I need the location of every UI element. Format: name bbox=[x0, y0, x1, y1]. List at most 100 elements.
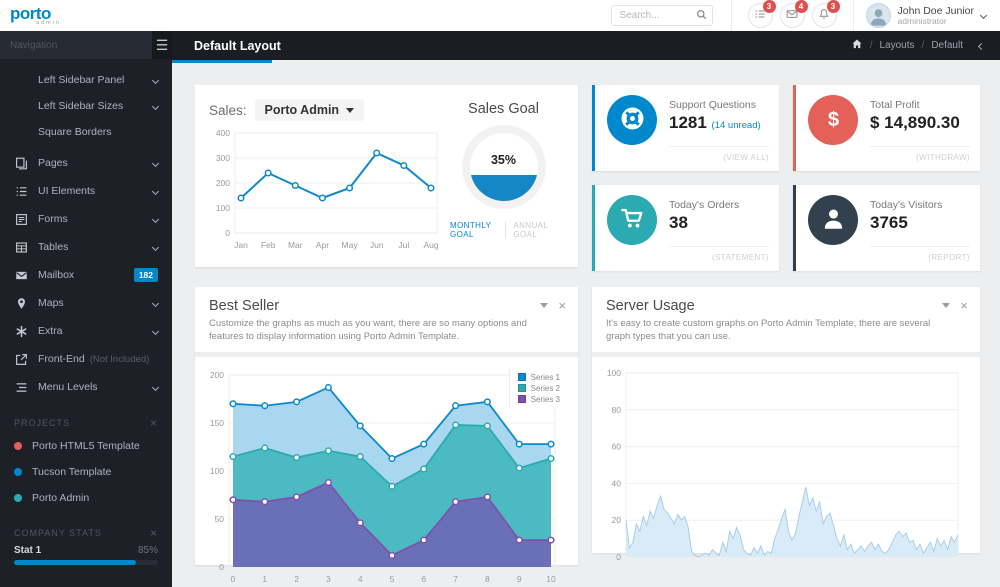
svg-text:2: 2 bbox=[294, 574, 299, 584]
stat-cards-grid: Support Questions1281 (14 unread)(VIEW A… bbox=[592, 85, 980, 271]
project-tucson-template[interactable]: Tucson Template bbox=[14, 459, 158, 485]
goal-tab-annual-goal[interactable]: ANNUAL GOAL bbox=[505, 221, 564, 239]
sidebar-item-label: Menu Levels bbox=[38, 381, 98, 393]
close-panel-icon[interactable]: × bbox=[960, 299, 968, 312]
collapse-panel-icon[interactable] bbox=[942, 303, 950, 308]
logo-subtext: admin bbox=[36, 21, 172, 27]
collapse-button[interactable] bbox=[979, 40, 984, 52]
breadcrumb-item-layouts[interactable]: Layouts bbox=[880, 40, 915, 51]
user-menu[interactable]: John Doe Junior administrator bbox=[854, 3, 1000, 28]
collapse-panel-icon[interactable] bbox=[540, 303, 548, 308]
sidebar-item-label: Forms bbox=[38, 213, 68, 225]
avatar bbox=[866, 3, 891, 28]
sales-panel: Sales: Porto Admin 0100200300400JanFebMa… bbox=[195, 85, 578, 267]
svg-text:80: 80 bbox=[612, 404, 622, 414]
search-icon[interactable] bbox=[696, 9, 707, 23]
sidebar-item-label: Square Borders bbox=[38, 126, 112, 138]
card-title: Today's Visitors bbox=[870, 199, 942, 211]
svg-text:8: 8 bbox=[485, 574, 490, 584]
sidebar-item-note: (Not Included) bbox=[90, 354, 150, 365]
stat-value: 85% bbox=[138, 545, 158, 556]
sales-dropdown-value: Porto Admin bbox=[265, 103, 340, 117]
sidebar: ☰ Left Sidebar Panel Left Sidebar Sizes Sq… bbox=[0, 31, 172, 587]
chevron-down-icon bbox=[980, 12, 987, 19]
svg-text:0: 0 bbox=[219, 562, 224, 572]
chevron-left-icon bbox=[978, 42, 985, 49]
close-icon[interactable]: × bbox=[150, 527, 158, 539]
breadcrumb-item-default[interactable]: Default bbox=[931, 40, 963, 51]
svg-text:Apr: Apr bbox=[316, 240, 329, 250]
sidebar-item-left-sidebar-panel[interactable]: Left Sidebar Panel bbox=[0, 67, 172, 93]
sidebar-item-front-end[interactable]: Front-End(Not Included) bbox=[0, 345, 172, 373]
close-panel-icon[interactable]: × bbox=[558, 299, 566, 312]
pages-icon bbox=[14, 156, 28, 170]
sidebar-item-left-sidebar-sizes[interactable]: Left Sidebar Sizes bbox=[0, 93, 172, 119]
logo[interactable]: porto admin bbox=[0, 5, 172, 27]
svg-text:0: 0 bbox=[616, 552, 621, 562]
sidebar-item-ui-elements[interactable]: UI Elements bbox=[0, 177, 172, 205]
extra-icon bbox=[14, 324, 28, 338]
sidebar-item-mailbox[interactable]: Mailbox182 bbox=[0, 261, 172, 289]
sidebar-item-extra[interactable]: Extra bbox=[0, 317, 172, 345]
svg-text:4: 4 bbox=[358, 574, 363, 584]
top-header: porto admin 343 John Doe Junior administ… bbox=[0, 0, 1000, 31]
goal-tab-monthly-goal[interactable]: MONTHLY GOAL bbox=[443, 221, 505, 239]
close-icon[interactable]: × bbox=[150, 417, 158, 429]
project-porto-html5-template[interactable]: Porto HTML5 Template bbox=[14, 433, 158, 459]
svg-text:10: 10 bbox=[546, 574, 556, 584]
progress-bar bbox=[14, 560, 158, 565]
chart-legend: Series 1Series 2Series 3 bbox=[509, 369, 564, 408]
life-ring-icon bbox=[619, 105, 646, 135]
envelope-button[interactable]: 4 bbox=[780, 3, 805, 28]
sales-chart-column: Sales: Porto Admin 0100200300400JanFebMa… bbox=[209, 99, 443, 257]
sales-project-dropdown[interactable]: Porto Admin bbox=[255, 99, 365, 121]
svg-text:Jan: Jan bbox=[234, 240, 248, 250]
company-stats-section: Company Stats × Stat 1 85% bbox=[0, 527, 172, 565]
chevron-down-icon bbox=[152, 187, 159, 194]
card-value: $ 14,890.30 bbox=[870, 113, 960, 133]
project-dot bbox=[14, 442, 22, 450]
card-footer: (VIEW ALL) bbox=[669, 146, 769, 163]
projects-header: Projects × bbox=[14, 417, 158, 429]
sales-goal-tabs: MONTHLY GOALANNUAL GOAL bbox=[443, 221, 564, 239]
svg-text:400: 400 bbox=[216, 128, 230, 138]
card-action-link[interactable]: (REPORT) bbox=[928, 253, 970, 262]
sidebar-item-square-borders[interactable]: Square Borders bbox=[0, 119, 172, 145]
bell-button[interactable]: 3 bbox=[812, 3, 837, 28]
card-action-link[interactable]: (VIEW ALL) bbox=[723, 153, 769, 162]
server-usage-area-chart: 020406080100 bbox=[600, 367, 966, 565]
svg-text:5: 5 bbox=[390, 574, 395, 584]
legend-item-series-3: Series 3 bbox=[518, 395, 560, 404]
sidebar-item-pages[interactable]: Pages bbox=[0, 149, 172, 177]
mailbox-icon bbox=[14, 268, 28, 282]
sales-line-chart: 0100200300400JanFebMarAprMayJunJulAug bbox=[209, 127, 443, 251]
row-bottom: Best Seller Customize the graphs as much… bbox=[195, 287, 980, 565]
sidebar-header: ☰ bbox=[0, 31, 172, 59]
card-footer: (STATEMENT) bbox=[669, 246, 769, 263]
project-porto-admin[interactable]: Porto Admin bbox=[14, 485, 158, 511]
sidebar-search-input[interactable] bbox=[0, 31, 152, 59]
card-icon-circle bbox=[607, 195, 657, 245]
sidebar-toggle-button[interactable]: ☰ bbox=[152, 31, 172, 59]
tasks-button[interactable]: 3 bbox=[748, 3, 773, 28]
home-icon[interactable] bbox=[851, 38, 863, 53]
svg-text:50: 50 bbox=[215, 514, 225, 524]
svg-text:200: 200 bbox=[210, 370, 224, 380]
best-seller-title: Best Seller bbox=[209, 298, 564, 314]
header-search bbox=[611, 5, 713, 26]
sidebar-item-label: Left Sidebar Sizes bbox=[38, 100, 123, 112]
sidebar-item-tables[interactable]: Tables bbox=[0, 233, 172, 261]
svg-text:3: 3 bbox=[326, 574, 331, 584]
chevron-down-icon bbox=[152, 76, 159, 83]
sidebar-item-maps[interactable]: Maps bbox=[0, 289, 172, 317]
chevron-down-icon bbox=[152, 159, 159, 166]
card-action-link[interactable]: (WITHDRAW) bbox=[916, 153, 970, 162]
card-title: Today's Orders bbox=[669, 199, 739, 211]
server-usage-title: Server Usage bbox=[606, 298, 966, 314]
svg-text:60: 60 bbox=[612, 441, 622, 451]
sidebar-item-menu-levels[interactable]: Menu Levels bbox=[0, 373, 172, 401]
svg-text:200: 200 bbox=[216, 178, 230, 188]
sidebar-item-forms[interactable]: Forms bbox=[0, 205, 172, 233]
sales-goal-percent: 35% bbox=[470, 153, 538, 167]
card-action-link[interactable]: (STATEMENT) bbox=[712, 253, 769, 262]
